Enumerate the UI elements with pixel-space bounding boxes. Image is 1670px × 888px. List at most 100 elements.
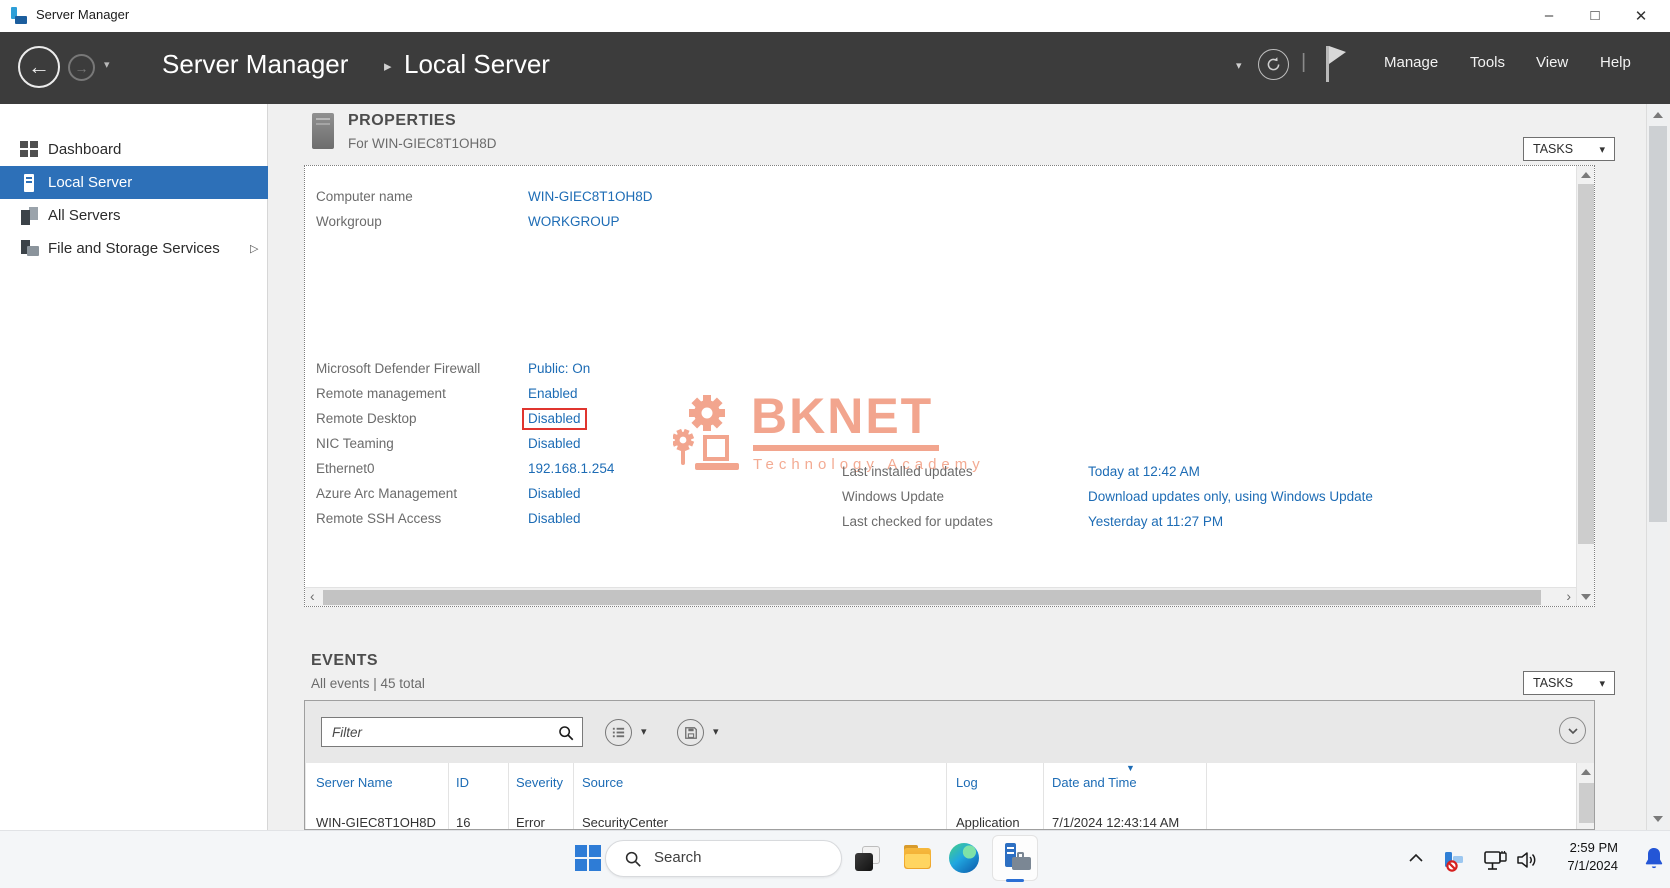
property-value-link[interactable]: Yesterday at 11:27 PM [1088, 514, 1223, 529]
property-value-link[interactable]: Disabled [528, 436, 581, 451]
events-tasks-button[interactable]: TASKS ▾ [1523, 671, 1615, 695]
property-row: Ethernet0 192.168.1.254 [316, 456, 836, 481]
column-divider[interactable] [1206, 763, 1207, 829]
tray-overflow-chevron[interactable] [1408, 853, 1424, 863]
scroll-up-arrow-icon[interactable] [1581, 172, 1591, 178]
scroll-left-arrow-icon[interactable]: ‹ [310, 588, 315, 604]
maximize-button[interactable]: □ [1572, 0, 1618, 31]
sidebar-item-file-storage-services[interactable]: File and Storage Services ▷ [0, 232, 268, 265]
file-explorer-button[interactable] [903, 845, 933, 872]
property-label: Last installed updates [842, 464, 973, 479]
scroll-down-arrow-icon[interactable] [1581, 594, 1591, 600]
property-value-link[interactable]: Download updates only, using Windows Upd… [1088, 489, 1373, 504]
saved-filters-caret-icon[interactable]: ▾ [641, 725, 647, 738]
save-query-button[interactable] [677, 719, 704, 746]
sidebar-item-label: File and Storage Services [48, 240, 220, 257]
sidebar-item-local-server[interactable]: Local Server [0, 166, 268, 199]
menu-manage[interactable]: Manage [1384, 54, 1438, 71]
cell-log: Application [956, 815, 1020, 830]
collapse-events-button[interactable] [1559, 717, 1586, 744]
taskbar-search[interactable]: Search [605, 840, 842, 877]
forward-button[interactable]: → [68, 54, 95, 81]
property-row: Last checked for updates Yesterday at 11… [842, 509, 1574, 534]
close-button[interactable]: ✕ [1618, 0, 1664, 31]
sidebar-item-dashboard[interactable]: Dashboard [0, 133, 268, 166]
scrollbar-thumb[interactable] [1649, 126, 1667, 522]
property-value-link[interactable]: Disabled [528, 486, 581, 501]
notifications-caret[interactable]: ▾ [1236, 59, 1242, 72]
property-group: Microsoft Defender Firewall Public: On R… [316, 356, 836, 531]
notification-flag-button[interactable] [1322, 44, 1348, 84]
menu-help[interactable]: Help [1600, 54, 1631, 71]
scrollbar-thumb[interactable] [323, 590, 1541, 605]
page-vertical-scrollbar[interactable] [1646, 104, 1668, 830]
taskbar-clock[interactable]: 2:59 PM 7/1/2024 [1548, 839, 1618, 875]
properties-tasks-button[interactable]: TASKS ▾ [1523, 137, 1615, 161]
edge-browser-button[interactable] [949, 843, 979, 873]
network-tray-icon[interactable] [1483, 850, 1509, 872]
column-header-server-name[interactable]: Server Name [316, 775, 393, 790]
scroll-up-arrow-icon[interactable] [1581, 769, 1591, 775]
scrollbar-thumb[interactable] [1579, 783, 1594, 823]
windows-logo-pane [589, 859, 601, 871]
menu-view[interactable]: View [1536, 54, 1568, 71]
property-value-link[interactable]: Disabled [528, 511, 581, 526]
search-icon[interactable] [557, 724, 575, 742]
server-manager-app-icon [10, 7, 28, 25]
column-header-date-time[interactable]: Date and Time [1052, 775, 1137, 790]
scroll-down-arrow-icon[interactable] [1653, 816, 1663, 822]
column-divider[interactable] [508, 763, 509, 829]
properties-subtitle: For WIN-GIEC8T1OH8D [348, 136, 497, 151]
saved-filters-button[interactable] [605, 719, 632, 746]
search-icon [625, 851, 641, 867]
column-header-source[interactable]: Source [582, 775, 623, 790]
column-divider[interactable] [1043, 763, 1044, 829]
minimize-button[interactable]: – [1526, 0, 1572, 31]
column-divider[interactable] [573, 763, 574, 829]
property-value-link[interactable]: Enabled [528, 386, 578, 401]
property-value-link[interactable]: Public: On [528, 361, 590, 376]
app-icon-case [15, 16, 27, 24]
scroll-right-arrow-icon[interactable]: › [1566, 588, 1571, 604]
properties-horizontal-scrollbar[interactable]: ‹ › [305, 587, 1576, 606]
save-query-caret-icon[interactable]: ▾ [713, 725, 719, 738]
column-header-severity[interactable]: Severity [516, 775, 563, 790]
server-manager-icon-slot [1007, 852, 1014, 854]
property-value-link[interactable]: WIN-GIEC8T1OH8D [528, 189, 653, 204]
property-value-link[interactable]: 192.168.1.254 [528, 461, 614, 476]
property-value-link[interactable]: Today at 12:42 AM [1088, 464, 1200, 479]
nav-history-caret[interactable]: ▾ [104, 58, 110, 71]
window-title: Server Manager [36, 7, 130, 22]
expand-chevron-icon[interactable]: ▷ [250, 242, 258, 255]
filter-input[interactable] [330, 721, 545, 743]
menu-tools[interactable]: Tools [1470, 54, 1505, 71]
sort-descending-icon[interactable]: ▼ [1126, 763, 1135, 773]
server-manager-tray-icon[interactable] [1442, 849, 1466, 873]
save-icon [684, 726, 697, 739]
property-value-link-highlighted[interactable]: Disabled [522, 407, 587, 430]
breadcrumb-root[interactable]: Server Manager [162, 49, 348, 80]
column-divider[interactable] [946, 763, 947, 829]
chevron-down-icon [1567, 727, 1578, 734]
column-header-id[interactable]: ID [456, 775, 469, 790]
volume-tray-icon[interactable] [1515, 849, 1539, 871]
property-value-link[interactable]: WORKGROUP [528, 214, 620, 229]
refresh-button[interactable] [1258, 49, 1289, 80]
windows-start-button[interactable] [575, 845, 602, 872]
column-header-log[interactable]: Log [956, 775, 978, 790]
breadcrumb-separator-icon: ▸ [384, 58, 392, 75]
server-manager-taskbar-button-active[interactable] [992, 835, 1038, 882]
scroll-up-arrow-icon[interactable] [1653, 112, 1663, 118]
notification-bell-icon[interactable] [1642, 846, 1666, 872]
sidebar-item-all-servers[interactable]: All Servers [0, 199, 268, 232]
cell-date-time: 7/1/2024 12:43:14 AM [1052, 815, 1180, 830]
column-divider[interactable] [448, 763, 449, 829]
windows-logo-pane [589, 845, 601, 857]
back-button[interactable]: ← [18, 46, 60, 88]
scrollbar-thumb[interactable] [1578, 184, 1594, 544]
task-view-button[interactable] [853, 844, 883, 874]
property-label: Remote management [316, 386, 446, 401]
property-row-remote-desktop: Remote Desktop Disabled [316, 406, 836, 431]
properties-vertical-scrollbar[interactable] [1576, 166, 1594, 606]
events-vertical-scrollbar[interactable] [1576, 763, 1594, 829]
